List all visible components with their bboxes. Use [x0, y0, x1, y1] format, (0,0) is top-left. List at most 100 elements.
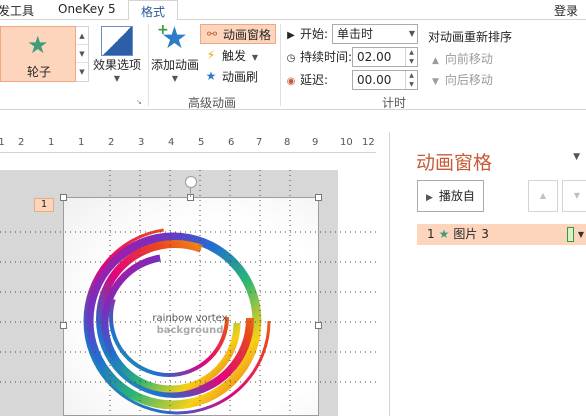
group-separator	[280, 24, 281, 106]
ribbon: ★ 轮子 ▲ ▼ ▼ 效果选项 ▼ ★ + 添加动画 ▼ ⚯ 动画窗格 ⚡ 触发 …	[0, 20, 586, 110]
animation-list-item[interactable]: 1 ★ 图片 3 ▼	[417, 224, 586, 245]
add-animation-icon: ★ +	[157, 21, 188, 56]
gallery-scroll-down-icon[interactable]: ▼	[76, 45, 88, 63]
animation-pane-button[interactable]: ⚯ 动画窗格	[200, 24, 277, 44]
star-icon: ★	[27, 31, 49, 59]
animation-pane-icon: ⚯	[206, 27, 218, 41]
duration-value: 02.00	[357, 50, 392, 64]
horizontal-ruler: 2 1 1 2 3 4 5 6 7 8 9 10 11 12	[0, 137, 376, 151]
play-from-label: 播放自	[438, 189, 475, 203]
clock-icon: ◷	[286, 53, 296, 64]
advanced-animation-group-label: 高级动画	[188, 96, 237, 110]
move-earlier-button[interactable]: ▲ 向前移动	[432, 50, 493, 67]
gallery-scroll: ▲ ▼ ▼	[76, 26, 89, 82]
delay-stepper[interactable]: 00.00 ▲ ▼	[352, 70, 418, 90]
start-value: 单击时	[337, 27, 374, 41]
tab-format[interactable]: 格式	[128, 0, 179, 21]
start-row: ▶ 开始:	[284, 24, 328, 44]
duration-row: ◷ 持续时间:	[284, 47, 352, 67]
reorder-animation-title: 对动画重新排序	[428, 30, 513, 44]
tab-picture-tools[interactable]: 发工具	[0, 2, 34, 19]
start-select[interactable]: 单击时 ▼	[332, 24, 418, 44]
add-animation-label: 添加动画	[150, 58, 199, 72]
ruler-tick: 10	[340, 137, 353, 148]
chevron-down-icon[interactable]: ▼	[578, 224, 584, 245]
move-down-button[interactable]: ▼	[562, 180, 586, 212]
ruler-tick: 9	[312, 137, 319, 148]
ruler-tick: 2	[18, 137, 25, 148]
tab-onekey[interactable]: OneKey 5	[58, 2, 116, 16]
start-label: 开始:	[300, 27, 329, 41]
ruler-tick: 12	[362, 137, 375, 148]
resize-handle[interactable]	[60, 322, 67, 329]
animation-item-name: 图片 3	[453, 227, 489, 241]
delay-label: 延迟:	[300, 73, 329, 87]
resize-handle[interactable]	[315, 194, 322, 201]
triangle-down-icon: ▼	[432, 77, 439, 87]
add-animation-button[interactable]: ★ + 添加动画 ▼	[150, 21, 200, 83]
animation-painter-icon: ★	[205, 69, 217, 83]
ruler-tick: 8	[284, 137, 291, 148]
animation-painter-button[interactable]: ★ 动画刷	[200, 67, 258, 87]
ruler-tick: 7	[256, 137, 263, 148]
dialog-launcher-icon[interactable]: ↘	[136, 98, 142, 106]
pane-options-icon[interactable]: ▼	[573, 152, 580, 162]
login-link[interactable]: 登录	[554, 2, 578, 19]
ruler-tick: 4	[168, 137, 175, 148]
ruler-tick: 3	[138, 137, 145, 148]
animation-pane-label: 动画窗格	[223, 28, 272, 42]
animation-order-tag[interactable]: 1	[34, 198, 54, 212]
delay-clock-icon: ◉	[286, 76, 296, 87]
animation-painter-label: 动画刷	[222, 70, 259, 84]
animation-gallery-selected[interactable]: ★ 轮子	[0, 26, 76, 82]
rotate-handle-icon[interactable]	[185, 176, 197, 188]
move-earlier-label: 向前移动	[444, 52, 493, 66]
move-later-label: 向后移动	[444, 73, 493, 87]
chevron-down-icon: ▼	[408, 29, 415, 38]
rotation-stem	[190, 188, 191, 197]
move-later-button[interactable]: ▼ 向后移动	[432, 71, 493, 88]
effect-options-button[interactable]: 效果选项 ▼	[92, 26, 142, 83]
timeline-bar	[567, 227, 574, 242]
ruler-tick: 11	[0, 137, 5, 148]
duration-label: 持续时间:	[300, 50, 353, 64]
spin-arrows-icon[interactable]: ▲ ▼	[405, 71, 417, 89]
play-from-button[interactable]: ▶ 播放自	[417, 180, 484, 212]
move-up-button[interactable]: ▲	[528, 180, 558, 212]
ruler-tick: 2	[108, 137, 115, 148]
resize-handle[interactable]	[315, 322, 322, 329]
ruler-tick: 1	[78, 137, 85, 148]
play-icon: ▶	[287, 30, 295, 41]
animation-gallery-label: 轮子	[26, 65, 51, 79]
lightning-icon: ⚡	[206, 48, 216, 62]
spin-arrows-icon[interactable]: ▲ ▼	[405, 48, 417, 66]
animation-item-number: 1	[427, 227, 435, 241]
triangle-up-icon: ▲	[539, 191, 547, 200]
animation-pane-title: 动画窗格	[416, 152, 493, 174]
ruler-tick: 5	[198, 137, 205, 148]
duration-stepper[interactable]: 02.00 ▲ ▼	[352, 47, 418, 67]
delay-row: ◉ 延迟:	[284, 70, 328, 90]
effect-options-label: 效果选项	[92, 58, 141, 72]
group-separator	[148, 24, 149, 106]
chevron-down-icon: ▼	[113, 74, 121, 83]
ruler-baseline	[0, 152, 376, 153]
triangle-down-icon: ▼	[573, 191, 581, 200]
selection-box	[63, 197, 319, 416]
ribbon-tab-bar: 发工具 OneKey 5 格式 登录	[0, 0, 586, 21]
trigger-button[interactable]: ⚡ 触发 ▼	[200, 46, 258, 66]
effect-options-icon	[101, 26, 133, 56]
trigger-label: 触发	[222, 49, 247, 63]
chevron-down-icon: ▼	[251, 53, 258, 62]
gallery-more-icon[interactable]: ▼	[76, 63, 88, 81]
animation-pane: 动画窗格 ▼ ▶ 播放自 ▲ ▼ 1 ★ 图片 3 ▼	[390, 132, 586, 416]
ruler-tick: 1	[48, 137, 55, 148]
ruler-tick: 6	[228, 137, 235, 148]
star-icon: ★	[438, 227, 450, 241]
timing-group-label: 计时	[382, 96, 407, 110]
resize-handle[interactable]	[60, 194, 67, 201]
gallery-scroll-up-icon[interactable]: ▲	[76, 27, 88, 45]
delay-value: 00.00	[357, 73, 392, 87]
play-icon: ▶	[426, 193, 433, 203]
triangle-up-icon: ▲	[432, 56, 439, 66]
